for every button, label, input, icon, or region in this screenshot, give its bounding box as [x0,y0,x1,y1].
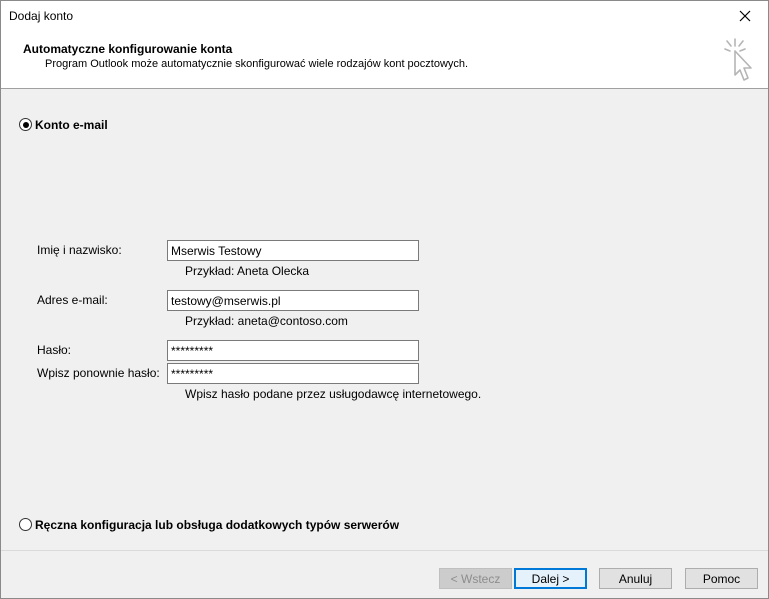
close-button[interactable] [722,1,768,31]
back-button[interactable]: < Wstecz [439,568,512,589]
window-title: Dodaj konto [9,9,74,23]
help-button[interactable]: Pomoc [685,568,758,589]
email-input[interactable]: testowy@mserwis.pl [167,290,419,311]
manual-config-label[interactable]: Ręczna konfiguracja lub obsługa dodatkow… [35,518,399,532]
next-button[interactable]: Dalej > [514,568,587,589]
add-account-dialog: Dodaj konto Automatyczne konfigurowanie … [0,0,769,599]
password-input[interactable]: ********* [167,340,419,361]
close-icon [739,10,751,22]
header-title: Automatyczne konfigurowanie konta [23,42,233,56]
manual-config-radio[interactable] [19,518,32,531]
title-bar: Dodaj konto [1,1,768,31]
cursor-click-icon [724,38,752,81]
wizard-header: Automatyczne konfigurowanie konta Progra… [1,31,768,89]
password-label: Hasło: [37,343,72,357]
email-account-label[interactable]: Konto e-mail [35,118,108,132]
email-hint: Przykład: aneta@contoso.com [185,314,348,328]
email-account-radio[interactable] [19,118,32,131]
footer-separator [1,550,768,551]
name-hint: Przykład: Aneta Olecka [185,264,310,278]
cancel-button[interactable]: Anuluj [599,568,672,589]
name-label: Imię i nazwisko: [37,243,122,257]
header-subtitle: Program Outlook może automatycznie skonf… [45,58,469,70]
password-confirm-input[interactable]: ********* [167,363,419,384]
email-label: Adres e-mail: [37,293,108,307]
password-hint: Wpisz hasło podane przez usługodawcę int… [185,387,482,401]
radio-selected-dot [22,121,29,128]
password-confirm-label: Wpisz ponownie hasło: [37,366,160,380]
name-input[interactable]: Mserwis Testowy [167,240,419,261]
